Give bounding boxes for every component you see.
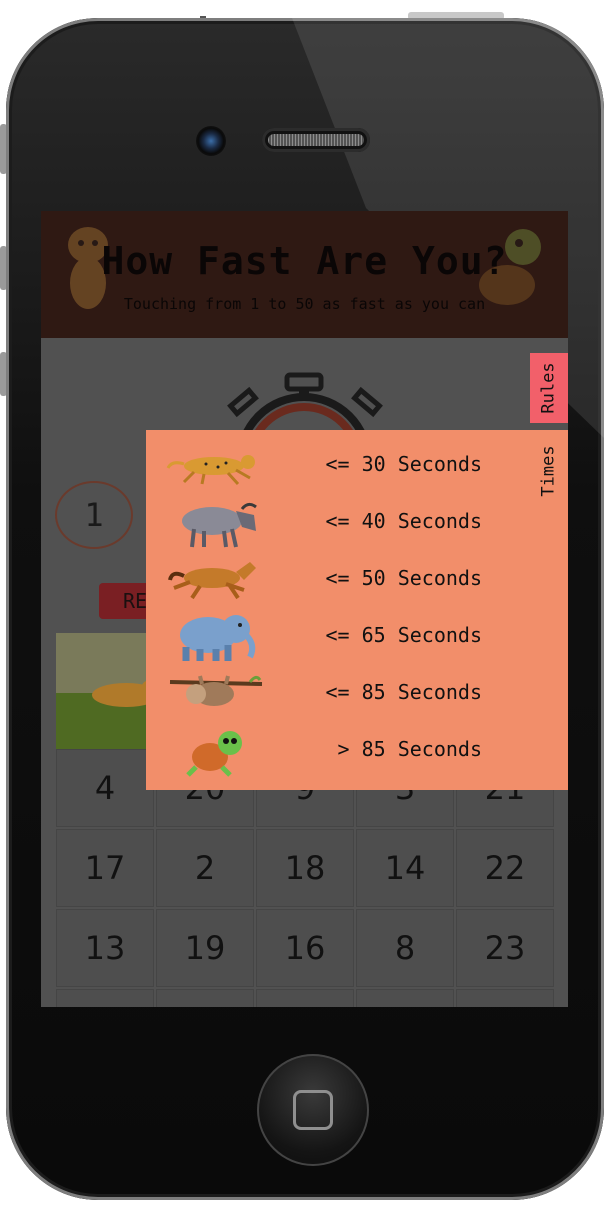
camera-icon bbox=[196, 126, 226, 156]
grid-cell[interactable] bbox=[256, 989, 354, 1007]
home-button[interactable] bbox=[257, 1054, 369, 1166]
app-screen: How Fast Are You? Touching from 1 to 50 … bbox=[41, 211, 568, 1007]
app-header: How Fast Are You? Touching from 1 to 50 … bbox=[41, 211, 568, 338]
time-row: <= 85 Seconds bbox=[146, 666, 530, 723]
time-label: <= 50 Seconds bbox=[325, 566, 482, 590]
time-label: <= 85 Seconds bbox=[325, 680, 482, 704]
home-square-icon bbox=[293, 1090, 333, 1130]
horse-icon bbox=[168, 562, 256, 600]
grid-cell[interactable]: 23 bbox=[456, 909, 554, 987]
time-label: <= 30 Seconds bbox=[325, 452, 482, 476]
grid-cell[interactable] bbox=[56, 989, 154, 1007]
speaker-grille bbox=[262, 128, 370, 152]
grid-cell[interactable]: 19 bbox=[156, 909, 254, 987]
time-label: <= 65 Seconds bbox=[325, 623, 482, 647]
time-label: > 85 Seconds bbox=[337, 737, 483, 761]
grid-cell[interactable]: 16 bbox=[256, 909, 354, 987]
grid-cell[interactable]: 22 bbox=[456, 829, 554, 907]
times-panel: Times <= 30 Seconds <= 40 Seconds <= 50 … bbox=[146, 430, 568, 790]
time-row: <= 50 Seconds bbox=[146, 552, 530, 609]
current-target-number: 1 bbox=[55, 481, 133, 549]
grid-cell[interactable] bbox=[356, 989, 454, 1007]
elephant-icon bbox=[180, 615, 256, 661]
turtle-icon bbox=[186, 731, 242, 777]
tab-times[interactable]: Times bbox=[530, 436, 568, 506]
cheetah-running-scene bbox=[56, 633, 156, 749]
tab-rules-label: Rules bbox=[539, 362, 559, 414]
page-subtitle: Touching from 1 to 50 as fast as you can bbox=[123, 295, 486, 313]
time-row: <= 30 Seconds bbox=[146, 438, 530, 495]
cheetah-icon bbox=[166, 455, 255, 486]
time-label: <= 40 Seconds bbox=[325, 509, 482, 533]
grid-cell[interactable]: 13 bbox=[56, 909, 154, 987]
wildebeest-icon bbox=[182, 502, 257, 548]
grid-cell[interactable]: 18 bbox=[256, 829, 354, 907]
grid-cell[interactable]: 8 bbox=[356, 909, 454, 987]
grid-cell[interactable]: 17 bbox=[56, 829, 154, 907]
grid-cell[interactable]: 4 bbox=[56, 749, 154, 827]
time-row: <= 40 Seconds bbox=[146, 495, 530, 552]
tab-times-label: Times bbox=[539, 445, 559, 497]
grid-cell[interactable] bbox=[156, 989, 254, 1007]
grid-cell[interactable]: 14 bbox=[356, 829, 454, 907]
page-title: How Fast Are You? bbox=[101, 239, 508, 283]
grid-cell[interactable]: 2 bbox=[156, 829, 254, 907]
time-row: > 85 Seconds bbox=[146, 723, 530, 780]
grid-cell[interactable] bbox=[456, 989, 554, 1007]
sloth-icon bbox=[169, 675, 263, 706]
time-row: <= 65 Seconds bbox=[146, 609, 530, 666]
tab-rules[interactable]: Rules bbox=[530, 353, 568, 423]
